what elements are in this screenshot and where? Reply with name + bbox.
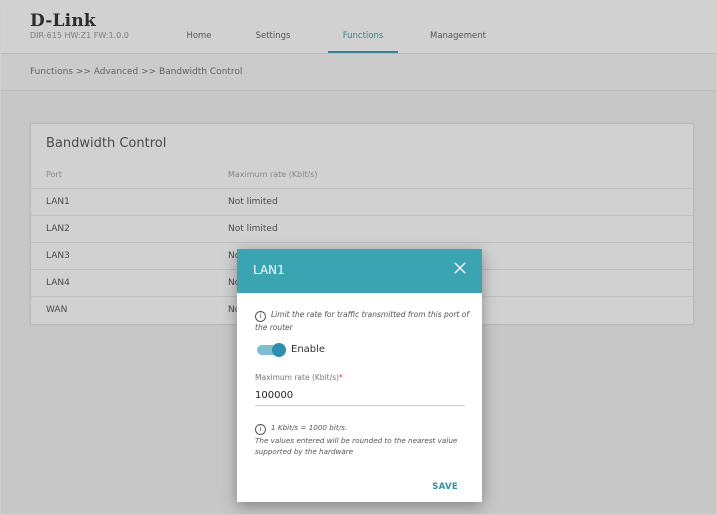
- close-icon[interactable]: [452, 260, 468, 276]
- enable-label: Enable: [291, 344, 326, 355]
- save-button[interactable]: SAVE: [432, 482, 458, 492]
- rate-hint-line1: i 1 Kbit/s = 1000 bit/s.: [255, 422, 470, 435]
- info-note-text: Limit the rate for traffic transmitted f…: [255, 310, 469, 332]
- dialog-title: LAN1: [253, 263, 285, 277]
- max-rate-label: Maximum rate (Kbit/s)*: [255, 373, 343, 382]
- rate-hint-text2: The values entered will be rounded to th…: [255, 436, 458, 456]
- max-rate-label-text: Maximum rate (Kbit/s): [255, 373, 339, 382]
- rate-hint: i 1 Kbit/s = 1000 bit/s. The values enter…: [255, 422, 470, 457]
- required-mark: *: [338, 373, 343, 382]
- lan-rate-dialog: LAN1 i Limit the rate for traffic transmi…: [237, 249, 482, 502]
- rate-hint-text1: 1 Kbit/s = 1000 bit/s.: [271, 423, 348, 432]
- info-icon: i: [255, 311, 266, 322]
- toggle-knob: [272, 343, 286, 357]
- enable-toggle[interactable]: [257, 343, 286, 357]
- info-note: i Limit the rate for traffic transmitted …: [255, 309, 470, 333]
- max-rate-input[interactable]: [255, 385, 465, 406]
- dialog-header: LAN1: [237, 249, 482, 293]
- app-window: D-Link DIR-615 HW:Z1 FW:1.0.0 Home Setti…: [0, 0, 717, 515]
- info-icon: i: [255, 424, 266, 435]
